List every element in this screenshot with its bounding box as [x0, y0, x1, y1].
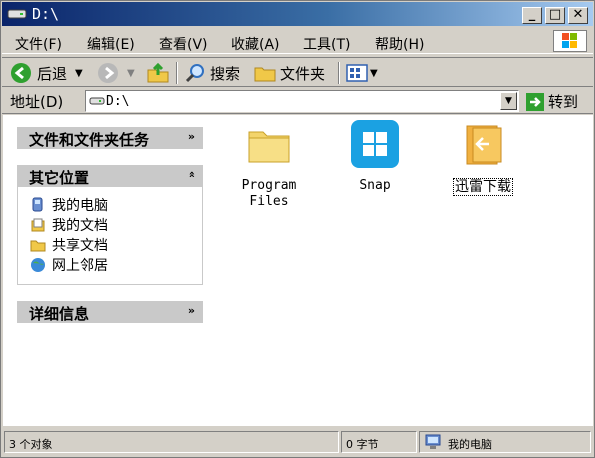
views-dropdown-icon[interactable]: ▼: [370, 68, 378, 79]
status-bar: 3 个对象 0 字节 我的电脑: [2, 429, 593, 456]
up-folder-button[interactable]: [146, 61, 170, 85]
back-button[interactable]: 后退 ▼: [10, 61, 83, 85]
up-folder-icon: [147, 62, 169, 83]
tasks-panel-title: 文件和文件夹任务: [29, 131, 150, 149]
address-bar: 地址(D) D:\ ▼ 转到: [2, 88, 593, 114]
folders-label: 文件夹: [280, 64, 326, 83]
shared-folder-icon: [30, 240, 46, 252]
status-object-count: 3 个对象: [4, 431, 339, 453]
place-network[interactable]: 网上邻居: [30, 255, 108, 275]
status-location-label: 我的电脑: [448, 438, 492, 451]
drive-icon: [7, 9, 27, 19]
place-label: 共享文档: [52, 238, 108, 254]
network-icon: [31, 258, 45, 272]
menu-file[interactable]: 文件(F): [15, 34, 62, 54]
menu-favorites[interactable]: 收藏(A): [231, 34, 280, 54]
close-button[interactable]: ✕: [568, 7, 588, 24]
menu-help[interactable]: 帮助(H): [375, 34, 424, 54]
menu-tools[interactable]: 工具(T): [303, 34, 350, 54]
documents-icon: [31, 218, 45, 232]
go-label: 转到: [548, 93, 579, 111]
place-my-computer[interactable]: 我的电脑: [30, 195, 108, 215]
details-panel-header[interactable]: 详细信息 »: [17, 301, 203, 323]
file-item-program-files[interactable]: Program Files: [221, 120, 317, 210]
views-button[interactable]: ▼: [346, 61, 378, 85]
download-folder-icon: [466, 125, 502, 165]
back-label: 后退: [37, 64, 68, 83]
back-arrow-icon: [11, 63, 31, 83]
maximize-button[interactable]: □: [545, 7, 565, 24]
expand-chevron-icon[interactable]: »: [188, 130, 195, 143]
details-panel-title: 详细信息: [29, 305, 90, 323]
address-dropdown-button[interactable]: ▼: [500, 92, 517, 110]
address-value: D:\: [106, 94, 130, 109]
status-size: 0 字节: [341, 431, 417, 453]
explorer-window: D:\ _ □ ✕ 文件(F) 编辑(E) 查看(V) 收藏(A) 工具(T) …: [0, 0, 595, 458]
go-arrow-icon: [526, 92, 544, 111]
expand-chevron-icon[interactable]: »: [188, 304, 195, 317]
toolbar-separator: [176, 62, 178, 84]
folders-button[interactable]: 文件夹: [254, 61, 325, 85]
place-my-documents[interactable]: 我的文档: [30, 215, 108, 235]
drive-icon: [89, 97, 105, 105]
window-title: D:\: [32, 5, 60, 23]
place-label: 网上邻居: [52, 258, 108, 274]
file-label: Program Files: [241, 178, 297, 209]
computer-icon: [32, 197, 43, 212]
menu-view[interactable]: 查看(V): [159, 34, 208, 54]
content-area: 文件和文件夹任务 » 其它位置 » 我的电脑 我的文档 共享文档 网上邻居 详细…: [3, 115, 593, 426]
folders-icon: [254, 67, 276, 82]
places-panel-title: 其它位置: [29, 169, 90, 187]
status-location: 我的电脑: [419, 431, 591, 453]
menu-edit[interactable]: 编辑(E): [87, 34, 135, 54]
toolbar: 后退 ▼ ▼ 搜索 文件夹 ▼: [2, 57, 593, 87]
menu-bar: 文件(F) 编辑(E) 查看(V) 收藏(A) 工具(T) 帮助(H): [2, 28, 593, 54]
windows-logo-icon: [553, 30, 587, 52]
place-label: 我的电脑: [52, 198, 108, 214]
views-grid-icon: [346, 64, 368, 82]
place-shared-documents[interactable]: 共享文档: [30, 235, 108, 255]
toolbar-separator: [338, 62, 340, 84]
go-button[interactable]: 转到: [526, 91, 578, 112]
collapse-chevron-icon[interactable]: »: [185, 171, 198, 178]
forward-dropdown-icon[interactable]: ▼: [127, 68, 135, 79]
computer-icon: [425, 434, 441, 449]
places-panel-header[interactable]: 其它位置 »: [17, 165, 203, 187]
minimize-button[interactable]: _: [522, 7, 542, 24]
file-item-snap[interactable]: Snap: [327, 120, 423, 194]
places-panel: 我的电脑 我的文档 共享文档 网上邻居: [17, 187, 203, 285]
folder-icon: [248, 131, 290, 163]
place-label: 我的文档: [52, 218, 108, 234]
search-label: 搜索: [210, 64, 241, 83]
windows-snap-icon: [351, 120, 399, 168]
back-dropdown-icon[interactable]: ▼: [75, 68, 83, 79]
file-label-selected: 迅雷下载: [453, 178, 513, 196]
address-input[interactable]: D:\ ▼: [85, 90, 519, 112]
search-icon: [185, 64, 204, 83]
forward-button[interactable]: ▼: [97, 61, 135, 85]
forward-arrow-icon: [98, 63, 118, 83]
address-label: 地址(D): [10, 93, 64, 111]
file-item-xunlei-downloads[interactable]: 迅雷下载: [435, 120, 531, 196]
tasks-panel-header[interactable]: 文件和文件夹任务 »: [17, 127, 203, 149]
file-label: Snap: [359, 178, 391, 193]
search-button[interactable]: 搜索: [184, 61, 240, 85]
title-bar[interactable]: D:\ _ □ ✕: [2, 2, 593, 26]
